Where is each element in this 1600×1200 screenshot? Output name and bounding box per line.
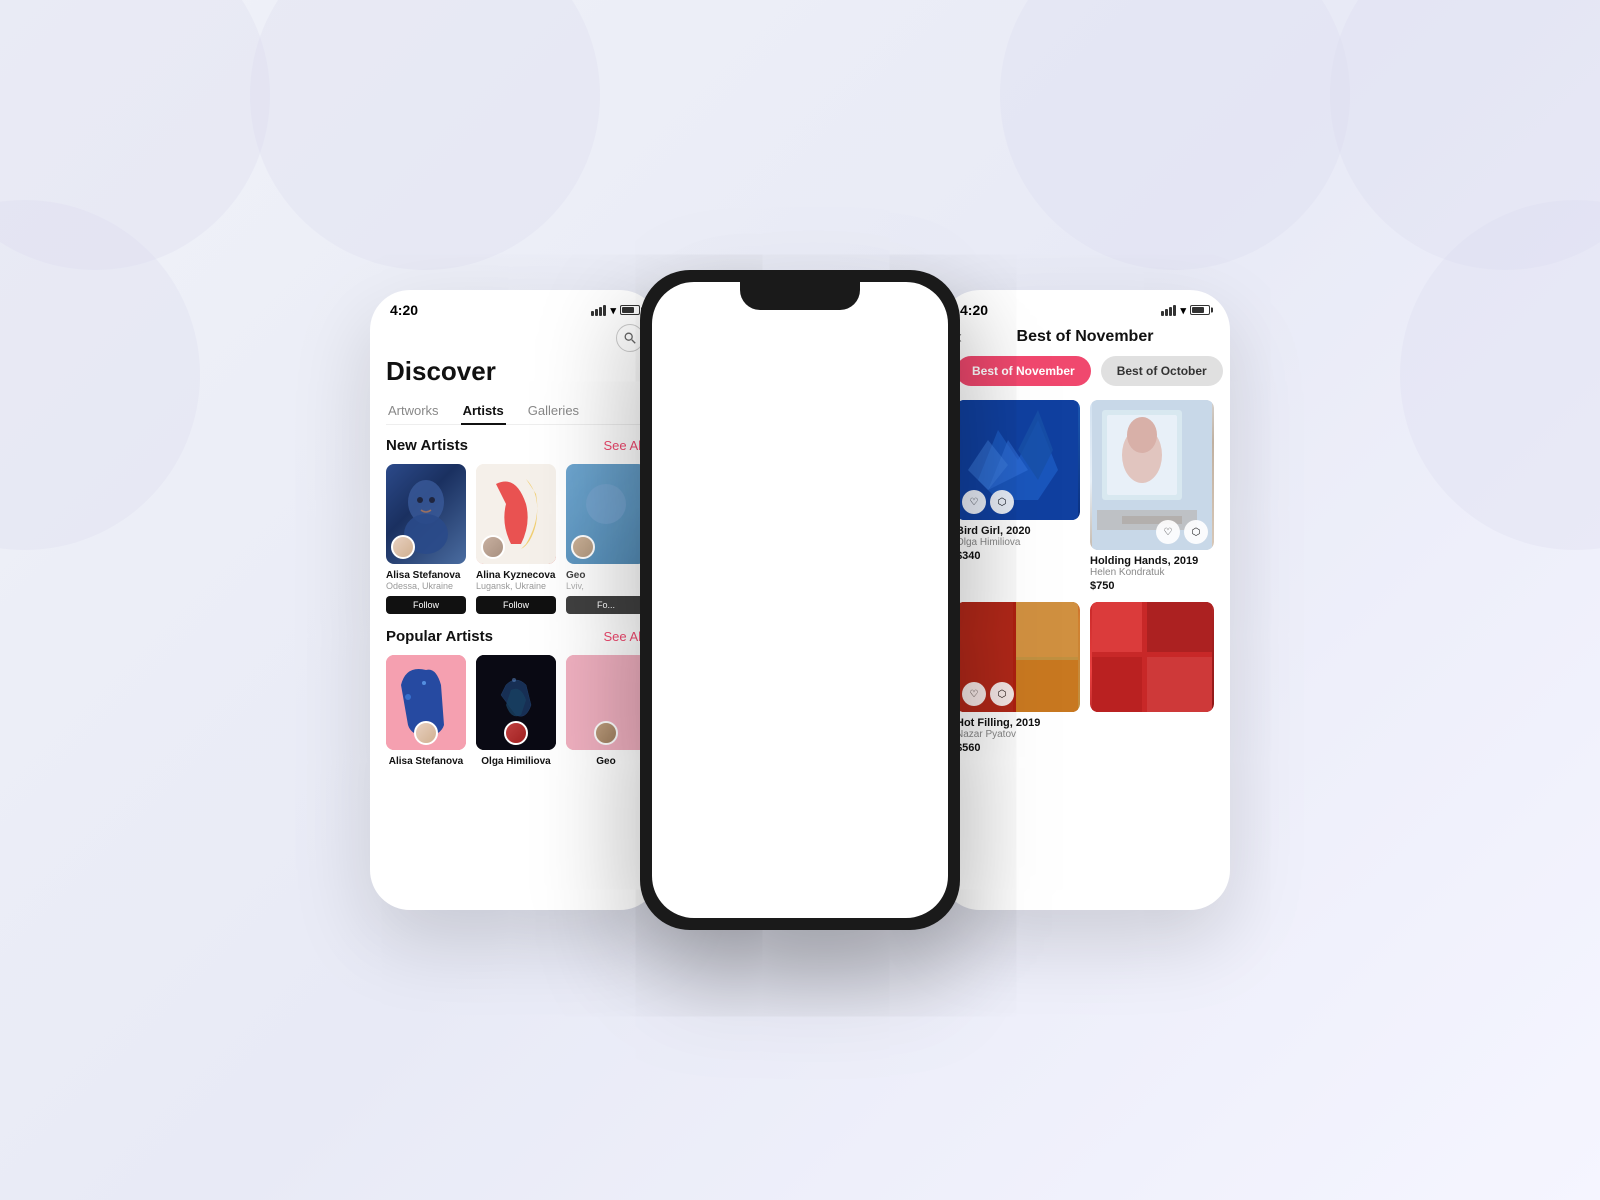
right-signal-icon — [1161, 305, 1176, 316]
artwork-1-icons: ♡ ⬡ — [962, 490, 1014, 514]
artist-card-3: Geo Lviv, Fo... — [566, 464, 646, 614]
artwork-3-icons: ♡ ⬡ — [962, 682, 1014, 706]
artwork-img-2: ♡ ⬡ — [1090, 400, 1214, 550]
artwork-title-3: Hot Filling, 2019 — [956, 717, 1080, 729]
phones-container: 4:20 ▾ Discover Artworks Ar — [370, 270, 1230, 930]
popular-name-3: Geo — [566, 756, 646, 767]
artwork-3-3d[interactable]: ⬡ — [990, 682, 1014, 706]
nav-title: Best of November — [1017, 328, 1154, 346]
artwork-artist-2: Helen Kondratuk — [1090, 567, 1214, 578]
artwork-item-2: ♡ ⬡ Holding Hands, 2019 Helen Kondratuk … — [1090, 400, 1214, 592]
new-artists-list: Alisa Stefanova Odessa, Ukraine Follow A… — [370, 464, 660, 628]
artist-location-1: Odessa, Ukraine — [386, 581, 466, 591]
artwork-price-3: $560 — [956, 742, 1080, 754]
artwork-artist-1: Olga Himiliova — [956, 537, 1080, 548]
filter-november[interactable]: Best of November — [956, 356, 1091, 386]
artwork-img-3: ♡ ⬡ — [956, 602, 1080, 712]
artist-name-2: Alina Kyznecova — [476, 570, 556, 581]
artist-card-2: Alina Kyznecova Lugansk, Ukraine Follow — [476, 464, 556, 614]
popular-artists-title: Popular Artists — [386, 628, 493, 645]
artist-name-1: Alisa Stefanova — [386, 570, 466, 581]
artwork-2-like[interactable]: ♡ — [1156, 520, 1180, 544]
tabs-row: Artworks Artists Galleries — [386, 397, 644, 425]
artist-name-3: Geo — [566, 570, 646, 581]
artwork-1-like[interactable]: ♡ — [962, 490, 986, 514]
right-nav-header: ‹ Best of November — [940, 324, 1230, 356]
tab-artworks[interactable]: Artworks — [386, 397, 441, 424]
artwork-2-3d[interactable]: ⬡ — [1184, 520, 1208, 544]
artist-img-1 — [386, 464, 466, 564]
left-phone: 4:20 ▾ Discover Artworks Ar — [370, 290, 660, 910]
right-phone: 4:20 ▾ ‹ Best of November Best of Novemb… — [940, 290, 1230, 910]
artist-location-2: Lugansk, Ukraine — [476, 581, 556, 591]
popular-avatar-1 — [414, 721, 438, 745]
filter-october[interactable]: Best of October — [1101, 356, 1223, 386]
popular-avatar-3 — [594, 721, 618, 745]
popular-img-1 — [386, 655, 466, 750]
artist-img-3 — [566, 464, 646, 564]
popular-card-1: Alisa Stefanova — [386, 655, 466, 767]
artist-location-3: Lviv, — [566, 581, 646, 591]
center-phone-inner — [652, 282, 948, 918]
left-time: 4:20 — [390, 302, 418, 318]
search-icon-row — [370, 324, 660, 356]
wifi-icon: ▾ — [610, 304, 616, 317]
artwork-item-3: ♡ ⬡ Hot Filling, 2019 Nazar Pyatov $560 — [956, 602, 1080, 754]
artwork-title-1: Bird Girl, 2020 — [956, 525, 1080, 537]
popular-artists-list: Alisa Stefanova Olga Himiliova — [370, 655, 660, 767]
artist-img-2 — [476, 464, 556, 564]
left-status-icons: ▾ — [591, 304, 640, 317]
tab-artists[interactable]: Artists — [461, 397, 506, 424]
artwork-2-icons: ♡ ⬡ — [1156, 520, 1208, 544]
artwork-img-1: ♡ ⬡ — [956, 400, 1080, 520]
center-phone — [640, 270, 960, 930]
new-artists-see-all[interactable]: See All — [604, 438, 644, 453]
artwork-grid: ♡ ⬡ Bird Girl, 2020 Olga Himiliova $340 — [940, 400, 1230, 754]
right-status-bar: 4:20 ▾ — [940, 290, 1230, 324]
new-artists-title: New Artists — [386, 437, 468, 454]
discover-title: Discover — [370, 356, 660, 397]
popular-avatar-2 — [504, 721, 528, 745]
right-battery-icon — [1190, 305, 1210, 315]
new-artists-header: New Artists See All — [370, 437, 660, 464]
popular-card-2: Olga Himiliova — [476, 655, 556, 767]
left-status-bar: 4:20 ▾ — [370, 290, 660, 324]
popular-card-3: Geo — [566, 655, 646, 767]
artwork-title-2: Holding Hands, 2019 — [1090, 555, 1214, 567]
artwork-item-4 — [1090, 602, 1214, 754]
avatar-1 — [391, 535, 415, 559]
artwork-1-3d[interactable]: ⬡ — [990, 490, 1014, 514]
artist-card-1: Alisa Stefanova Odessa, Ukraine Follow — [386, 464, 466, 614]
artwork-artist-3: Nazar Pyatov — [956, 729, 1080, 740]
popular-artists-header: Popular Artists See All — [370, 628, 660, 655]
tab-galleries[interactable]: Galleries — [526, 397, 581, 424]
artwork-price-2: $750 — [1090, 580, 1214, 592]
right-wifi-icon: ▾ — [1180, 304, 1186, 317]
artwork-item-1: ♡ ⬡ Bird Girl, 2020 Olga Himiliova $340 — [956, 400, 1080, 592]
filter-pills: Best of November Best of October — [940, 356, 1230, 400]
follow-button-2[interactable]: Follow — [476, 596, 556, 614]
phone-notch — [740, 282, 860, 310]
artwork-3-like[interactable]: ♡ — [962, 682, 986, 706]
battery-icon — [620, 305, 640, 315]
right-status-icons: ▾ — [1161, 304, 1210, 317]
avatar-3 — [571, 535, 595, 559]
right-time: 4:20 — [960, 302, 988, 318]
artwork-img-4 — [1090, 602, 1214, 712]
popular-name-2: Olga Himiliova — [476, 756, 556, 767]
popular-artists-see-all[interactable]: See All — [604, 629, 644, 644]
popular-img-3 — [566, 655, 646, 750]
signal-icon — [591, 305, 606, 316]
artwork-price-1: $340 — [956, 550, 1080, 562]
popular-name-1: Alisa Stefanova — [386, 756, 466, 767]
popular-img-2 — [476, 655, 556, 750]
follow-button-3[interactable]: Fo... — [566, 596, 646, 614]
avatar-2 — [481, 535, 505, 559]
follow-button-1[interactable]: Follow — [386, 596, 466, 614]
